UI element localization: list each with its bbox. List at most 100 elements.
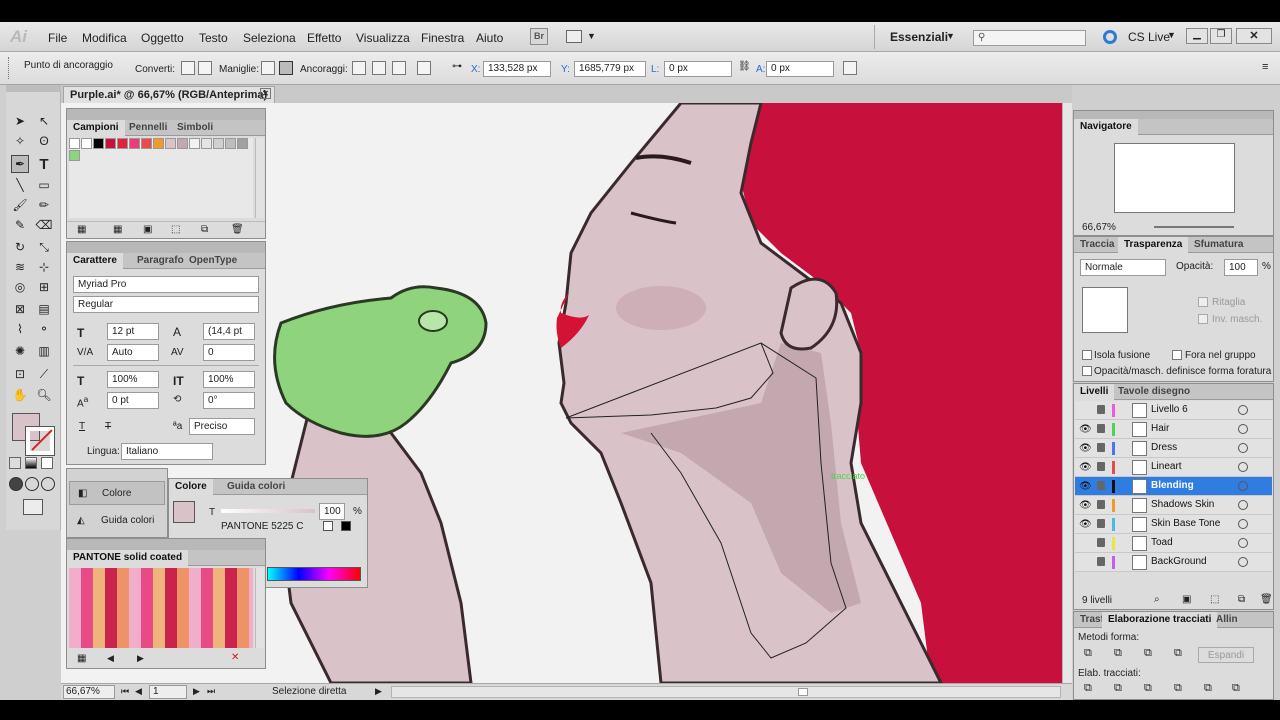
close-library-icon[interactable]: ✕ [231, 652, 239, 663]
gradient-tool-icon[interactable]: ▤ [35, 300, 53, 318]
color-fill-swatch[interactable] [173, 501, 195, 523]
font-size-field[interactable]: 12 pt [107, 323, 159, 340]
tab-color[interactable]: Colore [169, 479, 213, 495]
menu-testo[interactable]: Testo [199, 31, 228, 45]
target-circle-icon[interactable] [1238, 538, 1248, 548]
panel-collapse-bar[interactable] [67, 109, 265, 120]
underline-button[interactable]: T [79, 421, 85, 432]
menu-effetto[interactable]: Effetto [307, 31, 341, 45]
pen-tool-icon[interactable]: ✒ [11, 155, 29, 173]
opacity-mask-checkbox[interactable] [1082, 366, 1092, 376]
cut-path-icon[interactable] [392, 61, 406, 75]
vertical-scrollbar[interactable] [1062, 103, 1072, 683]
swatch-library-icon[interactable]: ▦ [77, 653, 86, 664]
vertical-scale-field[interactable]: 100% [107, 371, 159, 388]
convert-to-smooth-icon[interactable] [198, 61, 212, 75]
swatch-library-icon[interactable]: ▦ [77, 224, 86, 235]
antialias-select[interactable]: Preciso [189, 418, 255, 435]
knockout-group-checkbox[interactable] [1172, 350, 1182, 360]
swatch[interactable] [129, 138, 140, 149]
blend-tool-icon[interactable]: ⚬ [35, 320, 53, 338]
selection-tool-icon[interactable]: ➤ [11, 112, 29, 130]
eraser-tool-icon[interactable]: ⌫ [35, 216, 53, 234]
minimize-button[interactable]: ▁ [1186, 28, 1208, 44]
close-tab-icon[interactable]: ✕ [260, 88, 271, 99]
slice-tool-icon[interactable]: ⟋ [35, 365, 53, 383]
zoom-tool-icon[interactable]: 🔍︎ [35, 386, 53, 404]
swatch-registration[interactable] [81, 138, 92, 149]
warp-tool-icon[interactable]: ≋ [11, 258, 29, 276]
layer-row[interactable]: BackGround [1075, 553, 1272, 572]
lock-icon[interactable] [1097, 500, 1105, 509]
tab-symbols[interactable]: Simboli [171, 120, 219, 136]
kerning-field[interactable]: Auto [107, 344, 159, 361]
black-swatch-icon[interactable] [341, 521, 351, 531]
menu-file[interactable]: File [48, 31, 67, 45]
swatch[interactable] [237, 138, 248, 149]
swatch[interactable] [69, 150, 80, 161]
artboard-tool-icon[interactable]: ⊡ [11, 365, 29, 383]
search-input[interactable]: ⚲ [973, 30, 1086, 46]
navigator-preview[interactable] [1114, 143, 1235, 213]
connect-anchors-icon[interactable] [372, 61, 386, 75]
color-spectrum[interactable] [267, 567, 361, 581]
previous-artboard-icon[interactable]: ◀ [135, 686, 142, 697]
panel-menu-icon[interactable]: ≡ [1262, 61, 1276, 75]
navigator-zoom[interactable]: 66,67% [1082, 222, 1116, 233]
delete-layer-icon[interactable]: 🗑︎ [1260, 594, 1273, 605]
paintbrush-tool-icon[interactable]: 🖌 [11, 196, 29, 214]
target-circle-icon[interactable] [1238, 405, 1248, 415]
draw-behind-icon[interactable] [25, 477, 39, 491]
leading-field[interactable]: (14,4 pt [203, 323, 255, 340]
target-circle-icon[interactable] [1238, 500, 1248, 510]
lock-icon[interactable] [1097, 519, 1105, 528]
align-icon[interactable]: ⊶ [452, 61, 466, 75]
trim-icon[interactable]: ⧉ [1114, 682, 1122, 695]
none-mode-icon[interactable] [41, 457, 53, 469]
pencil-tool-icon[interactable]: ✏ [35, 196, 53, 214]
swatch[interactable] [117, 138, 128, 149]
tab-artboards[interactable]: Tavole disegno [1112, 384, 1196, 400]
tab-paragraph[interactable]: Paragrafo [131, 253, 190, 269]
color-dock-button[interactable]: ◧ Colore [69, 481, 165, 505]
panel-collapse-bar[interactable] [1074, 111, 1273, 119]
swatch-none[interactable] [69, 138, 80, 149]
lock-icon[interactable] [1097, 424, 1105, 433]
clip-checkbox[interactable] [1198, 297, 1208, 307]
draw-normal-icon[interactable] [9, 477, 23, 491]
swatch[interactable] [201, 138, 212, 149]
arrange-documents-icon[interactable] [566, 30, 582, 43]
menu-oggetto[interactable]: Oggetto [141, 31, 184, 45]
symbol-sprayer-tool-icon[interactable]: ✺ [11, 342, 29, 360]
isolate-blending-checkbox[interactable] [1082, 350, 1092, 360]
width-field[interactable]: 0 px [664, 61, 732, 77]
hide-handles-icon[interactable] [279, 61, 293, 75]
tab-layers[interactable]: Livelli [1074, 384, 1115, 400]
scale-tool-icon[interactable]: ⤡ [35, 238, 53, 256]
last-artboard-icon[interactable]: ⏭ [207, 686, 215, 697]
new-layer-icon[interactable]: ⧉ [1238, 594, 1245, 605]
target-circle-icon[interactable] [1238, 424, 1248, 434]
minus-front-icon[interactable]: ⧉ [1114, 647, 1122, 660]
target-circle-icon[interactable] [1238, 481, 1248, 491]
swatch[interactable] [225, 138, 236, 149]
previous-library-icon[interactable]: ◀ [107, 653, 114, 664]
intersect-icon[interactable]: ⧉ [1144, 647, 1152, 660]
restore-button[interactable]: ❐ [1210, 28, 1232, 44]
new-sublayer-icon[interactable]: ⬚ [1210, 594, 1219, 605]
chevron-down-icon[interactable]: ▼ [587, 31, 596, 41]
swatch[interactable] [165, 138, 176, 149]
target-circle-icon[interactable] [1238, 557, 1248, 567]
new-swatch-icon[interactable]: ⧉ [201, 224, 208, 235]
column-graph-tool-icon[interactable]: ▥ [35, 342, 53, 360]
first-artboard-icon[interactable]: ⏮ [121, 686, 129, 697]
status-menu-icon[interactable]: ▶ [375, 686, 382, 697]
cs-live-button[interactable]: CS Live [1128, 30, 1170, 44]
panel-collapse-bar[interactable] [67, 242, 265, 253]
transform-icon[interactable] [843, 61, 857, 75]
tab-pantone[interactable]: PANTONE solid coated [67, 550, 189, 566]
new-color-group-icon[interactable]: ⬚ [171, 224, 180, 235]
document-tab[interactable]: Purple.ai* @ 66,67% (RGB/Anteprima) ✕ [63, 86, 275, 103]
next-artboard-icon[interactable]: ▶ [193, 686, 200, 697]
lock-icon[interactable] [1097, 405, 1105, 414]
